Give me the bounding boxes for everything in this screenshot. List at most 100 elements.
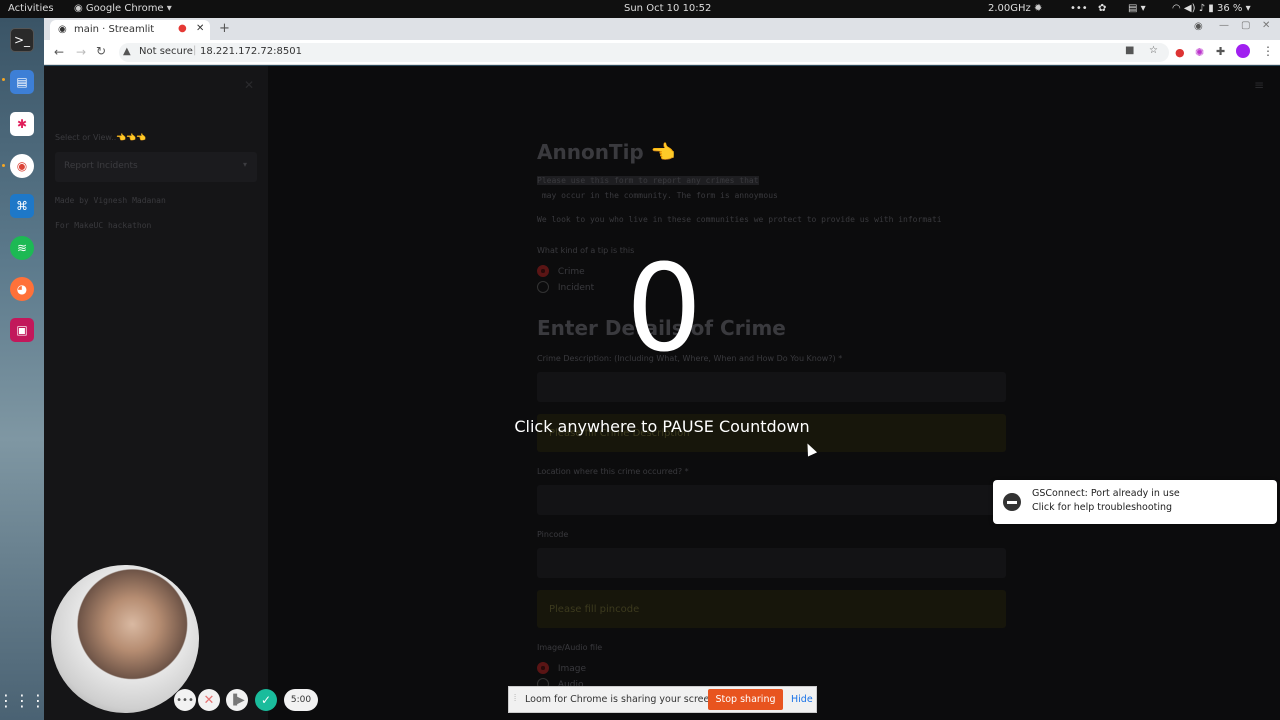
cpu-freq-label: 2.00GHz bbox=[988, 3, 1031, 14]
hide-button[interactable]: Hide bbox=[791, 694, 813, 705]
no-entry-icon bbox=[1003, 493, 1021, 511]
app-menu[interactable]: ◉ Google Chrome ▾ bbox=[74, 3, 172, 14]
drag-handle-icon[interactable]: ⦙ bbox=[514, 693, 516, 704]
sharing-message: Loom for Chrome is sharing your screen. bbox=[525, 694, 719, 705]
system-top-bar: Activities ◉ Google Chrome ▾ Sun Oct 10 … bbox=[0, 0, 1280, 18]
wifi-icon: ◠ bbox=[1172, 3, 1181, 14]
volume-icon: ◀) bbox=[1183, 3, 1196, 14]
slack-icon[interactable]: ✱ bbox=[10, 112, 34, 136]
streamlit-main: ≡ AnnonTip 👈 Please use this form to rep… bbox=[268, 66, 1280, 720]
cpu-freq-indicator[interactable]: 2.00GHz ✹ bbox=[988, 3, 1042, 14]
chrome-icon: ◉ bbox=[74, 3, 83, 14]
intro-line2: may occur in the community. The form is … bbox=[537, 191, 778, 200]
finish-recording-icon[interactable]: ✓ bbox=[255, 689, 277, 711]
recording-icon: ● bbox=[178, 23, 187, 34]
running-indicator bbox=[2, 164, 5, 167]
extension-adblock-icon[interactable]: ● bbox=[1175, 46, 1185, 59]
close-tab-icon[interactable]: ✕ bbox=[196, 23, 204, 34]
battery-label: 36 % bbox=[1216, 3, 1243, 14]
clipboard-icon[interactable]: ▤ ▾ bbox=[1128, 3, 1146, 14]
firefox-icon[interactable]: ◕ bbox=[10, 277, 34, 301]
extension-icon[interactable]: ✿ bbox=[1098, 3, 1106, 14]
chevron-down-icon: ▾ bbox=[166, 3, 172, 14]
minimize-icon[interactable]: — bbox=[1219, 20, 1229, 31]
microphone-icon: ♪ bbox=[1198, 3, 1206, 14]
page-viewport[interactable]: ✕ Select or View..👈👈👈 Report Incidents ▾… bbox=[44, 66, 1280, 720]
radio-crime[interactable]: Crime bbox=[537, 265, 585, 277]
radio-crime-label: Crime bbox=[557, 266, 585, 277]
view-select-value: Report Incidents bbox=[64, 161, 138, 171]
intro-highlight: Please use this form to report any crime… bbox=[537, 176, 759, 185]
chevron-down-icon: ▾ bbox=[1245, 3, 1251, 14]
browser-tab[interactable]: ◉ main · Streamlit ● ✕ bbox=[50, 20, 210, 40]
tip-type-label: What kind of a tip is this bbox=[537, 246, 635, 255]
vscode-icon[interactable]: ⌘ bbox=[10, 194, 34, 218]
radio-dot-icon bbox=[537, 662, 549, 674]
terminal-icon[interactable]: >_ bbox=[10, 28, 34, 52]
streamlit-icon: ◉ bbox=[58, 24, 67, 35]
menu-kebab-icon[interactable]: ⋮ bbox=[1262, 44, 1274, 58]
view-select[interactable]: Report Incidents ▾ bbox=[55, 152, 257, 182]
reload-icon[interactable]: ↻ bbox=[96, 44, 106, 58]
cancel-recording-icon[interactable]: ✕ bbox=[198, 689, 220, 711]
warning-icon: ▲ bbox=[123, 46, 131, 57]
close-window-icon[interactable]: ✕ bbox=[1262, 20, 1270, 31]
radio-dot-icon bbox=[537, 265, 549, 277]
chevron-down-icon: ▾ bbox=[242, 160, 247, 169]
forward-icon[interactable]: → bbox=[76, 45, 86, 59]
hamburger-menu-icon[interactable]: ≡ bbox=[1254, 78, 1264, 92]
close-sidebar-icon[interactable]: ✕ bbox=[244, 78, 254, 92]
notes-icon[interactable]: ▤ bbox=[10, 70, 34, 94]
activities-button[interactable]: Activities bbox=[8, 3, 54, 14]
more-options-icon[interactable]: ••• bbox=[174, 689, 196, 711]
countdown-hint[interactable]: Click anywhere to PAUSE Countdown bbox=[470, 417, 854, 436]
avatar[interactable] bbox=[1236, 44, 1250, 58]
select-label: Select or View..👈👈👈 bbox=[55, 133, 147, 142]
countdown-number[interactable]: 0 bbox=[624, 245, 704, 375]
recording-timer: 5:00 bbox=[284, 689, 318, 711]
new-tab-icon[interactable]: + bbox=[219, 21, 230, 36]
more-icon[interactable]: ••• bbox=[1070, 3, 1088, 14]
radio-image-label: Image bbox=[557, 663, 587, 674]
intro-line3: We look to you who live in these communi… bbox=[537, 215, 942, 224]
pause-recording-icon[interactable]: ▐▶ bbox=[226, 689, 248, 711]
dock: >_ ▤ ✱ ◉ ⌘ ≋ ◕ ▣ ⋮⋮⋮ bbox=[0, 18, 46, 720]
extension-loom-icon[interactable]: ✺ bbox=[1195, 46, 1204, 59]
media-label: Image/Audio file bbox=[537, 643, 603, 652]
spotify-icon[interactable]: ≋ bbox=[10, 236, 34, 260]
notification-title: GSConnect: Port already in use bbox=[1032, 488, 1180, 499]
radio-incident[interactable]: Incident bbox=[537, 281, 594, 293]
page-title: AnnonTip 👈 bbox=[537, 140, 676, 164]
notification-popup[interactable]: GSConnect: Port already in use Click for… bbox=[993, 480, 1277, 524]
pincode-input[interactable] bbox=[537, 548, 1006, 578]
tab-search-icon[interactable]: ◉ bbox=[1194, 21, 1203, 32]
maximize-icon[interactable]: ▢ bbox=[1241, 20, 1250, 31]
browser-toolbar: ← → ↻ ▲ Not secure | 18.221.172.72:8501 … bbox=[44, 40, 1280, 65]
camera-icon[interactable]: ■ bbox=[1125, 45, 1134, 56]
presentation-app-icon[interactable]: ▣ bbox=[10, 318, 34, 342]
screen-sharing-bar: ⦙ Loom for Chrome is sharing your screen… bbox=[508, 686, 817, 713]
url-text: 18.221.172.72:8501 bbox=[200, 46, 302, 57]
tab-strip: ◉ main · Streamlit ● ✕ + ◉ — ▢ ✕ bbox=[44, 18, 1280, 40]
chrome-icon[interactable]: ◉ bbox=[10, 154, 34, 178]
back-icon[interactable]: ← bbox=[54, 45, 64, 59]
radio-image[interactable]: Image bbox=[537, 662, 586, 674]
gear-icon: ✹ bbox=[1033, 3, 1043, 14]
credit-event: For MakeUC hackathon bbox=[55, 221, 152, 230]
pincode-warning: Please fill pincode bbox=[537, 590, 1006, 628]
apps-grid-icon[interactable]: ⋮⋮⋮ bbox=[0, 688, 46, 712]
location-label: Location where this crime occurred? * bbox=[537, 467, 689, 476]
bookmark-star-icon[interactable]: ☆ bbox=[1149, 45, 1158, 56]
status-icons[interactable]: ◠ ◀) ♪ ▮ 36 % ▾ bbox=[1172, 3, 1251, 14]
location-input[interactable] bbox=[537, 485, 1006, 515]
clock[interactable]: Sun Oct 10 10:52 bbox=[624, 3, 711, 14]
credit-author: Made by Vignesh Madanan bbox=[55, 196, 166, 205]
radio-incident-label: Incident bbox=[557, 282, 595, 293]
puzzle-icon[interactable]: ✚ bbox=[1216, 45, 1225, 58]
notification-body: Click for help troubleshooting bbox=[1032, 502, 1173, 513]
address-bar[interactable]: ▲ Not secure | 18.221.172.72:8501 ■ ☆ bbox=[119, 43, 1169, 62]
pincode-warning-text: Please fill pincode bbox=[549, 604, 640, 615]
description-input[interactable] bbox=[537, 372, 1006, 402]
stop-sharing-button[interactable]: Stop sharing bbox=[708, 689, 783, 710]
battery-icon: ▮ bbox=[1208, 3, 1214, 14]
